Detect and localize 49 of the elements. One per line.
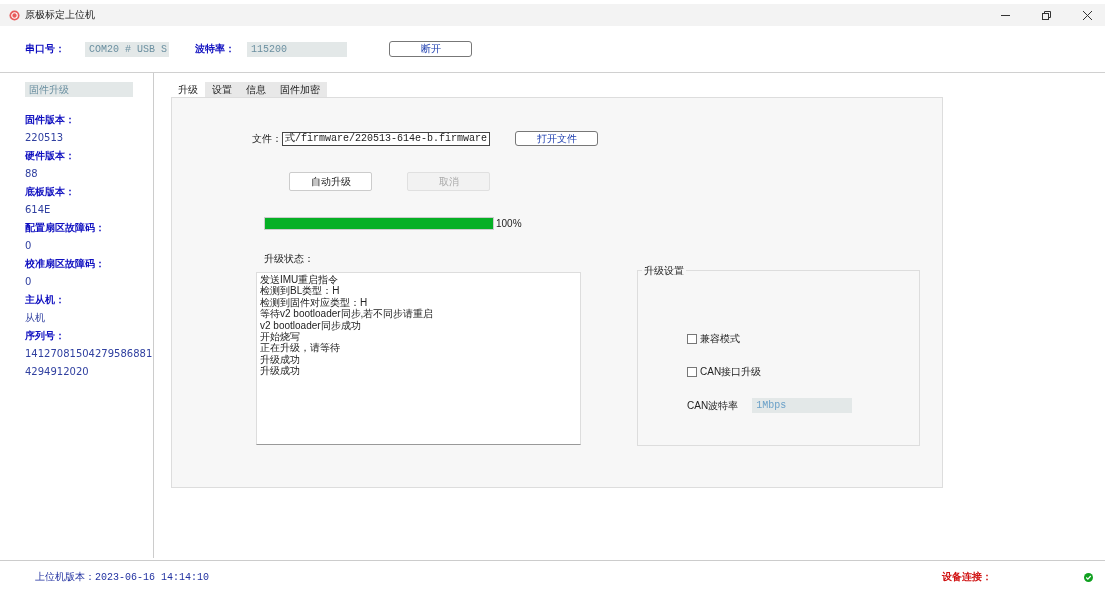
log-line: 检测到BL类型：H (260, 285, 341, 297)
can-baud-label: CAN波特率 (687, 398, 739, 413)
app-logo-icon (9, 9, 20, 21)
close-icon[interactable] (1082, 10, 1092, 20)
info-value: 从机 (25, 311, 46, 325)
info-label: 主从机： (25, 293, 66, 307)
info-value: 14127081504279586881 (25, 347, 153, 361)
info-label: 配置扇区故障码： (25, 221, 106, 235)
checkbox[interactable] (687, 334, 697, 344)
info-label: 底板版本： (25, 185, 76, 199)
info-value: 0 (25, 239, 33, 253)
info-label: 校准扇区故障码： (25, 257, 106, 271)
progress-reading: 100% (496, 218, 522, 229)
log-line: 等待v2 bootloader同步,若不同步请重启 (260, 308, 435, 320)
log-line: 检测到固件对应类型：H (260, 296, 369, 308)
log-line: 升级成功 (260, 353, 301, 366)
disconnect-button[interactable]: 断开 (389, 41, 472, 57)
tab[interactable]: 设置 (205, 82, 239, 97)
file-path-field[interactable]: 式/firmware/220513-614e-b.firmware (282, 131, 491, 146)
tab[interactable]: 信息 (239, 82, 273, 97)
info-label: 硬件版本： (25, 149, 76, 163)
log-line: v2 bootloader同步成功 (260, 319, 362, 331)
baud-label: 波特率： (195, 42, 235, 56)
group-title: 升级设置 (642, 264, 686, 278)
info-label: 序列号： (25, 329, 66, 343)
status-label: 升级状态： (264, 252, 315, 266)
file-label: 文件： (252, 131, 282, 146)
log-line: 升级成功 (260, 365, 301, 377)
checkbox[interactable] (687, 367, 697, 377)
restore-icon[interactable] (1041, 10, 1051, 20)
device-status-label: 设备连接： (942, 570, 992, 584)
open-file-button[interactable]: 打开文件 (515, 131, 599, 146)
window-title: 原极标定上位机 (25, 8, 96, 22)
auto-upgrade-button[interactable]: 自动升级 (289, 172, 372, 191)
version-text: 上位机版本：2023-06-16 14:14:10 (35, 570, 211, 584)
log-line: 发送IMU重启指令 (260, 274, 340, 286)
port-label: 串口号： (25, 42, 65, 56)
checkbox-label: CAN接口升级 (700, 365, 762, 379)
minimize-icon[interactable] (1000, 14, 1010, 16)
log-line: 正在升级，请等待 (260, 342, 341, 354)
info-value: 220513 (25, 131, 65, 145)
log-line: 开始烧写 (260, 331, 301, 343)
info-value: 614E (25, 203, 52, 217)
tab[interactable]: 固件加密 (273, 82, 327, 97)
checkbox-label: 兼容模式 (700, 332, 740, 346)
info-value: 88 (25, 167, 39, 181)
info-label: 固件版本： (25, 113, 76, 127)
info-value: 0 (25, 275, 33, 289)
info-value: 4294912020 (25, 365, 90, 379)
